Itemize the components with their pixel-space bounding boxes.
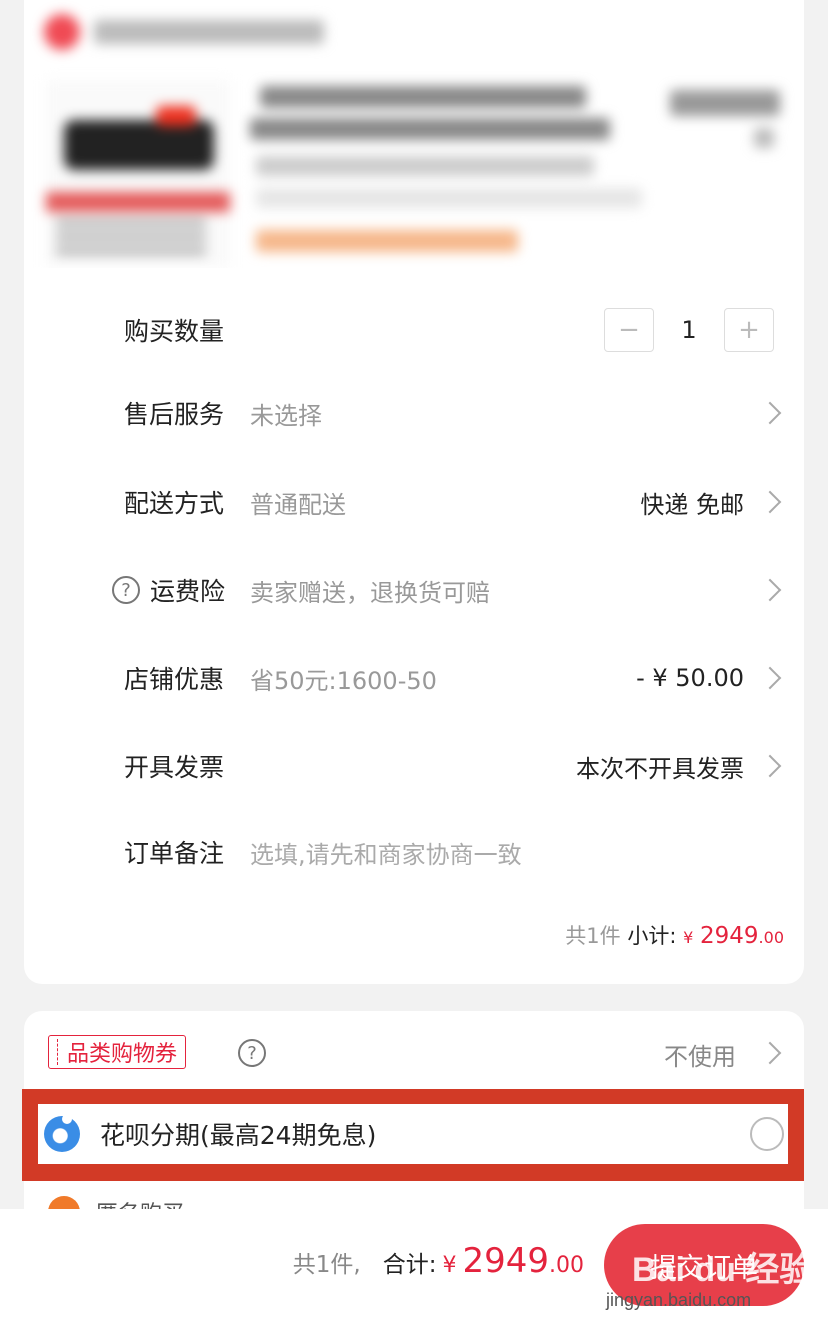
shop-discount-value: 省50元:1600-50	[250, 666, 437, 695]
quantity-stepper[interactable]: − 1 +	[604, 308, 774, 352]
remark-label: 订单备注	[124, 839, 225, 868]
subtotal-currency: ¥	[683, 928, 694, 947]
quantity-label: 购买数量	[124, 317, 225, 346]
invoice-row[interactable]: 开具发票 本次不开具发票	[24, 736, 804, 796]
huabei-radio[interactable]	[750, 1117, 784, 1151]
invoice-label: 开具发票	[124, 753, 225, 782]
huabei-installment-row[interactable]: 花呗分期(最高24期免息)	[38, 1104, 788, 1164]
product-tags	[256, 230, 518, 252]
subtotal-count: 共1件	[565, 924, 621, 948]
order-total: 共1件, 合计: ¥ 2949.00	[293, 1241, 584, 1281]
coupon-value[interactable]: 不使用	[664, 1037, 736, 1072]
order-options-card: 购买数量 − 1 + 售后服务 未选择 配送方式 普通配送 快递 免邮 ? 运费…	[24, 268, 804, 984]
question-circle-icon[interactable]: ?	[112, 576, 140, 604]
delivery-method: 快递 免邮	[640, 490, 744, 519]
subtotal: 共1件 小计: ¥ 2949.00	[565, 920, 784, 950]
total-amount: 2949	[462, 1241, 549, 1281]
huabei-highlight-box: 花呗分期(最高24期免息)	[22, 1089, 804, 1181]
chevron-right-icon	[758, 401, 782, 425]
chevron-right-icon	[758, 666, 782, 690]
invoice-value: 本次不开具发票	[576, 754, 744, 783]
huabei-icon	[44, 1114, 80, 1152]
product-section-blurred	[24, 0, 804, 268]
chevron-right-icon	[758, 754, 782, 778]
delivery-label: 配送方式	[124, 489, 225, 518]
submit-order-button[interactable]: 提交订单	[604, 1224, 804, 1306]
decrement-button[interactable]: −	[604, 308, 654, 352]
chevron-right-icon	[758, 578, 782, 602]
increment-button[interactable]: +	[724, 308, 774, 352]
chevron-right-icon	[758, 1041, 782, 1065]
shop-discount-label: 店铺优惠	[124, 665, 225, 694]
huabei-label: 花呗分期(最高24期免息)	[100, 1121, 377, 1150]
product-spec-line	[256, 156, 594, 176]
shipping-insurance-label: 运费险	[150, 577, 226, 606]
delivery-row[interactable]: 配送方式 普通配送 快递 免邮	[24, 472, 804, 532]
product-quantity	[754, 128, 774, 148]
remark-row: 订单备注 选填,请先和商家协商一致	[24, 822, 804, 882]
quantity-value[interactable]: 1	[654, 316, 724, 344]
product-title-line	[260, 86, 586, 108]
after-sales-label: 售后服务	[124, 400, 225, 429]
product-price	[670, 90, 780, 116]
shipping-insurance-value: 卖家赠送，退换货可赔	[250, 578, 490, 607]
remark-input[interactable]: 选填,请先和商家协商一致	[250, 835, 522, 870]
after-sales-row[interactable]: 售后服务 未选择	[24, 383, 804, 443]
product-spec-line	[256, 188, 642, 208]
total-count: 共1件,	[292, 1252, 361, 1278]
subtotal-decimal: .00	[758, 928, 784, 947]
product-title-line	[250, 118, 610, 140]
subtotal-amount: 2949	[700, 923, 759, 949]
coupon-badge[interactable]: 品类购物券	[48, 1035, 187, 1069]
total-currency: ¥	[442, 1253, 457, 1278]
subtotal-label: 小计:	[627, 924, 677, 948]
delivery-value: 普通配送	[250, 490, 346, 519]
quantity-row: 购买数量 − 1 +	[24, 300, 804, 360]
shipping-insurance-row[interactable]: ? 运费险 卖家赠送，退换货可赔	[24, 560, 804, 620]
shop-discount-amount: - ¥ 50.00	[636, 664, 744, 692]
shop-discount-row[interactable]: 店铺优惠 省50元:1600-50 - ¥ 50.00	[24, 648, 804, 708]
bottom-bar: 共1件, 合计: ¥ 2949.00 提交订单	[0, 1209, 828, 1325]
chevron-right-icon	[758, 490, 782, 514]
after-sales-value: 未选择	[250, 401, 322, 430]
shop-icon	[44, 14, 80, 50]
total-label: 合计:	[382, 1252, 437, 1278]
total-decimal: .00	[549, 1253, 584, 1278]
shop-name-blurred	[94, 20, 324, 44]
product-image[interactable]	[46, 80, 230, 268]
question-circle-icon[interactable]: ?	[238, 1039, 266, 1067]
